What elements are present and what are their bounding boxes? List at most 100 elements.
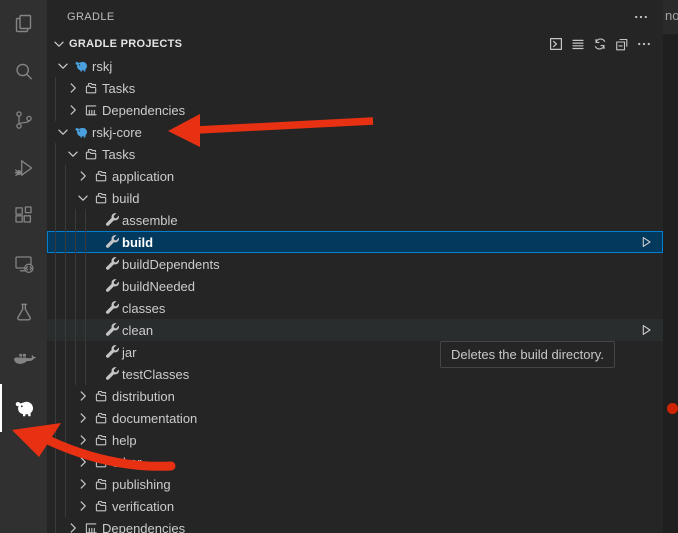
tree-item-label: publishing [112,477,171,492]
tasks-folder-icon [91,410,110,426]
tasks-folder-icon [81,80,100,96]
search-icon [12,60,36,84]
editor-tab-partial-text: no [665,8,678,23]
activity-item-testing[interactable] [0,288,47,336]
collapse-all-button[interactable] [613,35,631,53]
tree-row-build[interactable]: build [47,187,663,209]
tree-row-tasks[interactable]: Tasks [47,143,663,165]
chevron-right-icon[interactable] [75,168,91,184]
chevron-right-icon[interactable] [65,102,81,118]
wrench-icon [101,234,120,250]
tree-row-help[interactable]: help [47,429,663,451]
run-task-in-terminal-button[interactable] [547,35,565,53]
refresh-button[interactable] [591,35,609,53]
tree-row-verification[interactable]: verification [47,495,663,517]
tasks-folder-icon [91,454,110,470]
tree-row-rskj[interactable]: rskj [47,55,663,77]
tree-item-label: Tasks [102,81,135,96]
tree-row-other[interactable]: other [47,451,663,473]
chevron-right-icon[interactable] [65,520,81,533]
chevron-down-icon[interactable] [75,190,91,206]
show-flat-list-button[interactable] [569,35,587,53]
chevron-right-icon[interactable] [75,498,91,514]
tree-row-documentation[interactable]: documentation [47,407,663,429]
tree-item-label: Dependencies [102,521,185,533]
activity-item-explorer[interactable] [0,0,47,48]
tree-item-label: jar [122,345,136,360]
section-toolbar [547,35,653,53]
run-and-debug-icon [12,156,36,180]
tree-row-publishing[interactable]: publishing [47,473,663,495]
activity-item-gradle[interactable] [0,384,47,432]
panel-more-actions-button[interactable] [632,8,650,26]
docker-whale-icon [12,348,36,372]
tree-item-label: rskj [92,59,112,74]
tree-item-label: build [112,191,139,206]
chevron-down-icon[interactable] [51,36,67,52]
run-task-button[interactable] [638,234,654,250]
tree-row-clean[interactable]: clean [47,319,663,341]
remote-explorer-icon [12,252,36,276]
tasks-folder-icon [91,168,110,184]
tree-item-label: verification [112,499,174,514]
tree-row-application[interactable]: application [47,165,663,187]
tree-item-label: clean [122,323,153,338]
lines-icon [570,36,586,52]
tree-row-classes[interactable]: classes [47,297,663,319]
refresh-icon [592,36,608,52]
source-control-icon [12,108,36,132]
tree-row-dependencies[interactable]: Dependencies [47,99,663,121]
tree-item-label: assemble [122,213,178,228]
activity-item-run-and-debug[interactable] [0,144,47,192]
gradle-elephant-icon [71,58,90,74]
more-actions-button[interactable] [635,35,653,53]
tree-row-rskj-core[interactable]: rskj-core [47,121,663,143]
activity-item-search[interactable] [0,48,47,96]
tree-item-label: distribution [112,389,175,404]
tree-row-build[interactable]: build [47,231,663,253]
wrench-icon [101,278,120,294]
beaker-icon [12,300,36,324]
tree-item-label: buildDependents [122,257,220,272]
tree-item-label: classes [122,301,165,316]
tree-row-builddependents[interactable]: buildDependents [47,253,663,275]
chevron-down-icon[interactable] [55,124,71,140]
chevron-down-icon[interactable] [65,146,81,162]
chevron-right-icon[interactable] [75,454,91,470]
files-icon [12,12,36,36]
run-task-button[interactable] [638,322,654,338]
activity-item-extensions[interactable] [0,192,47,240]
wrench-icon [101,344,120,360]
tasks-folder-icon [91,190,110,206]
collapse-all-icon [614,36,630,52]
ellipsis-icon [636,36,652,52]
tree-row-distribution[interactable]: distribution [47,385,663,407]
tree-row-dependencies[interactable]: Dependencies [47,517,663,533]
tree-row-tasks[interactable]: Tasks [47,77,663,99]
tooltip: Deletes the build directory. [440,341,615,368]
chevron-right-icon[interactable] [75,388,91,404]
chevron-right-icon[interactable] [65,80,81,96]
editor-tab-partial[interactable]: no [663,0,678,34]
tree-row-assemble[interactable]: assemble [47,209,663,231]
gradle-projects-tree: rskjTasksDependenciesrskj-coreTasksappli… [47,55,663,533]
tree-item-label: help [112,433,137,448]
chevron-right-icon[interactable] [75,476,91,492]
tree-item-label: build [122,235,153,250]
gradle-elephant-icon [12,396,36,420]
tree-item-label: Tasks [102,147,135,162]
vscode-window: GRADLE GRADLE PROJECTS rskj Tasks Dependen… [0,0,678,533]
wrench-icon [101,300,120,316]
panel-header: GRADLE [47,0,663,33]
activity-item-docker[interactable] [0,336,47,384]
activity-item-remote-explorer[interactable] [0,240,47,288]
activity-item-source-control[interactable] [0,96,47,144]
chevron-down-icon[interactable] [55,58,71,74]
tree-item-label: buildNeeded [122,279,195,294]
chevron-right-icon[interactable] [75,432,91,448]
tree-row-buildneeded[interactable]: buildNeeded [47,275,663,297]
chevron-right-icon[interactable] [75,410,91,426]
section-header[interactable]: GRADLE PROJECTS [47,33,663,55]
wrench-icon [101,212,120,228]
wrench-icon [101,366,120,382]
